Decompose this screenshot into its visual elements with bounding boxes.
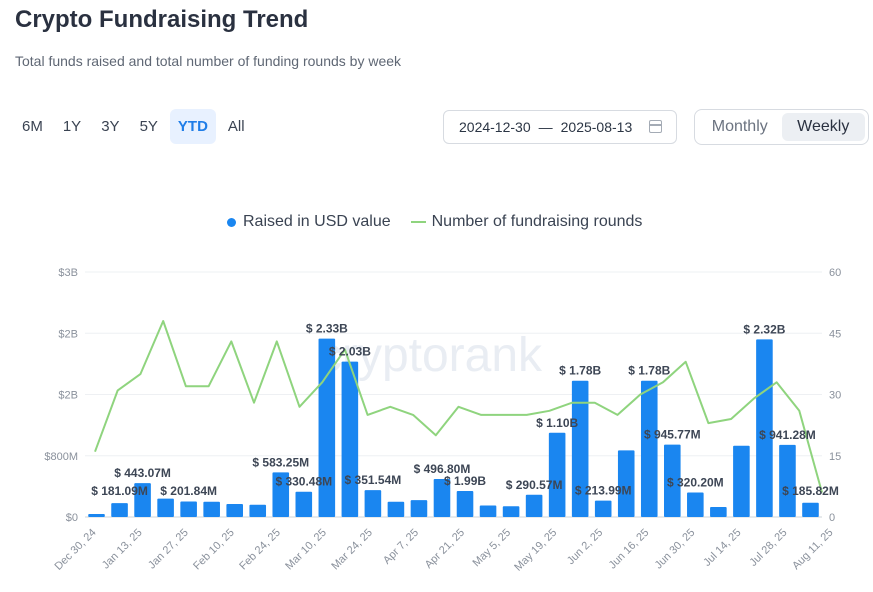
x-axis-tick: Jul 14, 25 bbox=[701, 527, 743, 569]
range-ytd-button[interactable]: YTD bbox=[169, 109, 216, 144]
x-axis-tick: Jan 13, 25 bbox=[100, 527, 145, 572]
bar bbox=[594, 500, 612, 517]
monthly-toggle[interactable]: Monthly bbox=[698, 113, 782, 141]
x-axis-tick: May 5, 25 bbox=[471, 527, 514, 570]
left-axis-tick: $2B bbox=[58, 390, 78, 402]
bar bbox=[295, 491, 313, 517]
x-axis-tick: Jul 28, 25 bbox=[747, 527, 789, 569]
data-label: $ 1.78B bbox=[628, 364, 670, 378]
right-axis-tick: 15 bbox=[829, 451, 841, 463]
bar bbox=[341, 361, 359, 517]
data-label: $ 181.09M bbox=[91, 484, 148, 498]
chart-legend: Raised in USD value Number of fundraisin… bbox=[227, 213, 642, 231]
left-axis-tick: $3B bbox=[58, 267, 78, 279]
fundraising-chart: cryptorank $0$800M$2B$2B$3B 015304560 $ … bbox=[44, 267, 841, 574]
x-axis-tick: Dec 30, 24 bbox=[53, 527, 99, 573]
data-label: $ 330.48M bbox=[275, 475, 332, 489]
bar bbox=[318, 338, 336, 517]
bar bbox=[548, 432, 566, 517]
x-axis-tick: Mar 10, 25 bbox=[283, 527, 329, 573]
bar bbox=[111, 503, 128, 517]
time-range-selector: 6M 1Y 3Y 5Y YTD All bbox=[14, 109, 253, 144]
legend-rounds-label[interactable]: Number of fundraising rounds bbox=[432, 213, 643, 231]
bar bbox=[779, 444, 796, 517]
bar bbox=[249, 504, 267, 517]
bar bbox=[157, 498, 174, 517]
data-label: $ 201.84M bbox=[160, 484, 217, 498]
page-title: Crypto Fundraising Trend bbox=[15, 6, 309, 33]
bar bbox=[203, 501, 220, 517]
data-label: $ 213.99M bbox=[575, 484, 632, 498]
data-label: $ 1.78B bbox=[559, 364, 601, 378]
x-axis-tick: Jun 30, 25 bbox=[653, 527, 698, 572]
right-axis-tick: 45 bbox=[829, 328, 841, 340]
x-axis-tick: Mar 24, 25 bbox=[329, 527, 375, 573]
left-axis-tick: $0 bbox=[66, 512, 78, 524]
range-6m-button[interactable]: 6M bbox=[14, 109, 51, 144]
data-label: $ 1.99B bbox=[444, 474, 486, 488]
bar bbox=[364, 490, 382, 517]
bar bbox=[733, 445, 750, 517]
bar bbox=[710, 507, 727, 517]
bar bbox=[525, 494, 543, 517]
right-axis-tick: 30 bbox=[829, 390, 841, 402]
x-axis-tick: Jan 27, 25 bbox=[146, 527, 191, 572]
bar bbox=[456, 490, 474, 517]
x-axis-tick: May 19, 25 bbox=[512, 527, 559, 574]
date-start: 2024-12-30 bbox=[459, 119, 531, 135]
weekly-toggle[interactable]: Weekly bbox=[781, 113, 865, 141]
data-label: $ 2.33B bbox=[306, 322, 348, 336]
bar bbox=[410, 500, 428, 517]
range-1y-button[interactable]: 1Y bbox=[55, 109, 89, 144]
x-axis-tick: Apr 21, 25 bbox=[423, 527, 467, 571]
data-label: $ 290.57M bbox=[506, 478, 563, 492]
left-axis-tick: $800M bbox=[44, 451, 78, 463]
data-label: $ 945.77M bbox=[644, 428, 701, 442]
left-axis: $0 $800M $2B $2B $3B bbox=[44, 267, 78, 524]
bar bbox=[387, 501, 405, 517]
bar bbox=[180, 501, 197, 517]
x-axis-tick: Jun 16, 25 bbox=[607, 527, 652, 572]
bar bbox=[687, 492, 704, 517]
range-all-button[interactable]: All bbox=[220, 109, 253, 144]
date-end: 2025-08-13 bbox=[560, 119, 633, 135]
date-range-picker[interactable]: 2024-12-30 — 2025-08-13 bbox=[443, 110, 677, 144]
x-axis-tick: Feb 24, 25 bbox=[237, 527, 283, 573]
range-3y-button[interactable]: 3Y bbox=[93, 109, 127, 144]
bar bbox=[88, 513, 105, 517]
date-separator: — bbox=[538, 119, 553, 135]
x-axis-tick: Feb 10, 25 bbox=[191, 527, 237, 573]
data-label: $ 351.54M bbox=[345, 473, 402, 487]
data-label: $ 2.03B bbox=[329, 345, 371, 359]
left-axis-tick: $2B bbox=[58, 328, 78, 340]
bar bbox=[802, 502, 819, 517]
legend-line-marker bbox=[410, 221, 426, 223]
bar bbox=[479, 505, 497, 517]
legend-raised-label[interactable]: Raised in USD value bbox=[243, 213, 391, 231]
data-label: $ 320.20M bbox=[667, 475, 724, 489]
range-5y-button[interactable]: 5Y bbox=[132, 109, 166, 144]
right-axis-tick: 0 bbox=[829, 512, 835, 524]
data-label: $ 185.82M bbox=[782, 484, 839, 498]
interval-toggle: Monthly Weekly bbox=[694, 109, 869, 145]
data-label: $ 2.32B bbox=[743, 322, 785, 336]
calendar-icon[interactable] bbox=[649, 120, 662, 133]
right-axis-tick: 60 bbox=[829, 267, 841, 279]
page-subtitle: Total funds raised and total number of f… bbox=[15, 53, 402, 69]
data-label: $ 583.25M bbox=[252, 455, 309, 469]
legend-bar-marker bbox=[227, 217, 236, 227]
data-label: $ 443.07M bbox=[114, 466, 171, 480]
x-axis-tick: Jun 2, 25 bbox=[565, 527, 605, 567]
bar bbox=[640, 380, 658, 517]
data-label: $ 941.28M bbox=[759, 428, 816, 442]
x-axis-tick: Apr 7, 25 bbox=[381, 527, 421, 567]
data-label: $ 1.10B bbox=[536, 416, 578, 430]
x-axis: Dec 30, 24 Jan 13, 25 Jan 27, 25 Feb 10, 25… bbox=[53, 527, 836, 574]
bar bbox=[226, 503, 243, 517]
bar bbox=[502, 506, 520, 517]
x-axis-tick: Aug 11, 25 bbox=[790, 527, 836, 573]
